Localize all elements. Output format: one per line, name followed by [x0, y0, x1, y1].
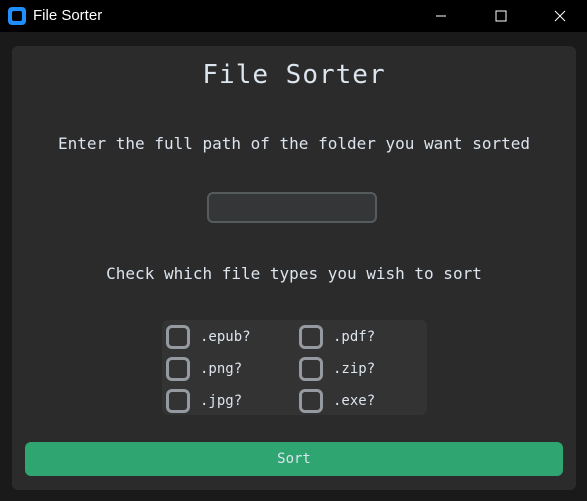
checkbox-exe[interactable]: .exe?	[299, 386, 375, 416]
file-types-prompt: Check which file types you wish to sort	[106, 264, 482, 283]
minimize-button[interactable]	[418, 0, 464, 32]
checkbox-png[interactable]: .png?	[166, 354, 242, 384]
minimize-icon	[436, 15, 446, 17]
checkbox-epub[interactable]: .epub?	[166, 322, 251, 352]
close-icon	[554, 10, 566, 22]
checkbox-box[interactable]	[166, 357, 190, 381]
checkbox-box[interactable]	[166, 325, 190, 349]
checkbox-box[interactable]	[299, 357, 323, 381]
folder-path-input[interactable]	[207, 192, 377, 223]
checkbox-box[interactable]	[166, 389, 190, 413]
window-title: File Sorter	[33, 7, 103, 24]
close-button[interactable]	[537, 0, 583, 32]
maximize-icon	[495, 10, 507, 22]
checkbox-label: .jpg?	[200, 393, 243, 409]
checkbox-label: .png?	[200, 361, 243, 377]
checkbox-zip[interactable]: .zip?	[299, 354, 375, 384]
page-title: File Sorter	[202, 60, 386, 90]
checkbox-label: .exe?	[333, 393, 376, 409]
sort-button[interactable]: Sort	[25, 442, 563, 476]
checkbox-jpg[interactable]: .jpg?	[166, 386, 242, 416]
checkbox-label: .zip?	[333, 361, 376, 377]
checkbox-label: .pdf?	[333, 329, 376, 345]
checkbox-box[interactable]	[299, 389, 323, 413]
checkbox-pdf[interactable]: .pdf?	[299, 322, 375, 352]
app-icon	[8, 7, 26, 25]
path-prompt: Enter the full path of the folder you wa…	[57, 134, 530, 153]
title-bar: File Sorter	[0, 0, 587, 32]
maximize-button[interactable]	[478, 0, 524, 32]
checkbox-label: .epub?	[200, 329, 251, 345]
checkbox-box[interactable]	[299, 325, 323, 349]
